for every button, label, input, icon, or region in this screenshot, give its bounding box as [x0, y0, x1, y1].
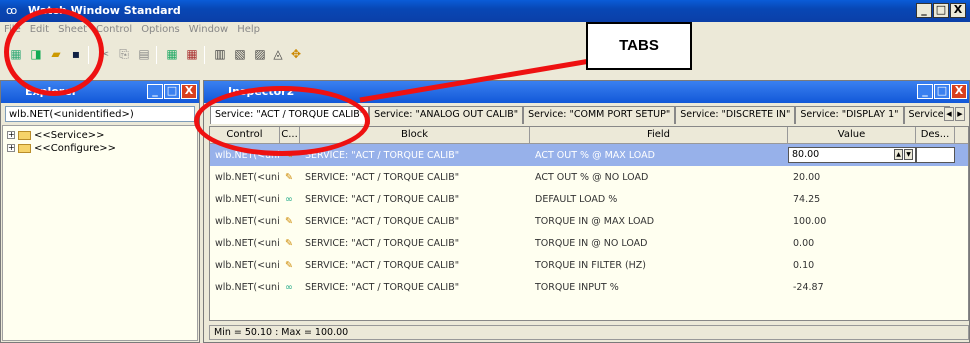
annotation-arrow — [359, 57, 597, 103]
tabs-callout-label: TABS — [586, 22, 692, 70]
